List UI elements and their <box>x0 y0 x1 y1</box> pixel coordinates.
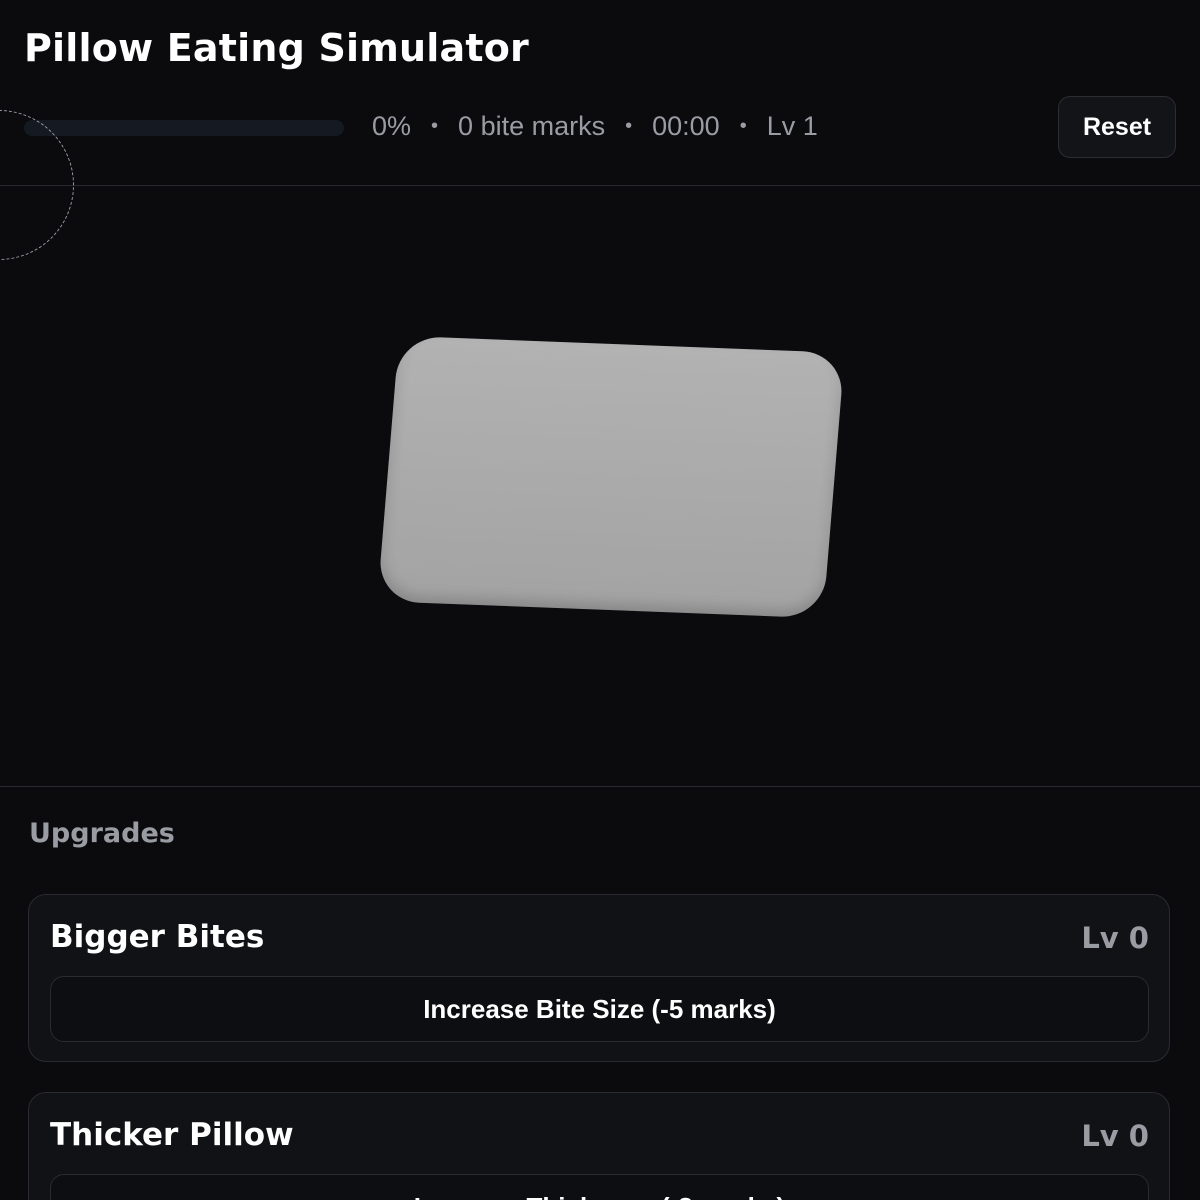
separator-dot: • <box>431 115 439 137</box>
timer: 00:00 <box>652 111 720 141</box>
upgrades-heading: Upgrades <box>29 818 175 849</box>
page-title: Pillow Eating Simulator <box>24 26 529 70</box>
stage-divider <box>0 786 1200 787</box>
stats-text: 0% • 0 bite marks • 00:00 • Lv 1 <box>372 111 818 142</box>
separator-dot: • <box>739 115 747 137</box>
increase-bite-size-button[interactable]: Increase Bite Size (-5 marks) <box>50 976 1149 1042</box>
progress-percent: 0% <box>372 111 412 141</box>
progress-bar <box>24 120 344 136</box>
pillow[interactable] <box>377 335 845 619</box>
player-level: Lv 1 <box>766 111 818 141</box>
upgrade-name: Thicker Pillow <box>50 1117 294 1153</box>
increase-thickness-button[interactable]: Increase Thickness (-8 marks) <box>50 1174 1149 1200</box>
app-root: Pillow Eating Simulator 0% • 0 bite marks •… <box>0 0 1200 1200</box>
upgrade-level: Lv 0 <box>1081 1119 1149 1153</box>
upgrade-card-thicker-pillow: Thicker Pillow Lv 0 Increase Thickness (… <box>28 1092 1170 1200</box>
stats-bar: 0% • 0 bite marks • 00:00 • Lv 1 Reset <box>24 96 1176 160</box>
reset-button[interactable]: Reset <box>1058 96 1176 158</box>
upgrade-level: Lv 0 <box>1081 921 1149 955</box>
upgrade-name: Bigger Bites <box>50 919 265 955</box>
bite-marks-count: 0 bite marks <box>458 111 606 141</box>
separator-dot: • <box>625 115 633 137</box>
upgrade-card-bigger-bites: Bigger Bites Lv 0 Increase Bite Size (-5… <box>28 894 1170 1062</box>
